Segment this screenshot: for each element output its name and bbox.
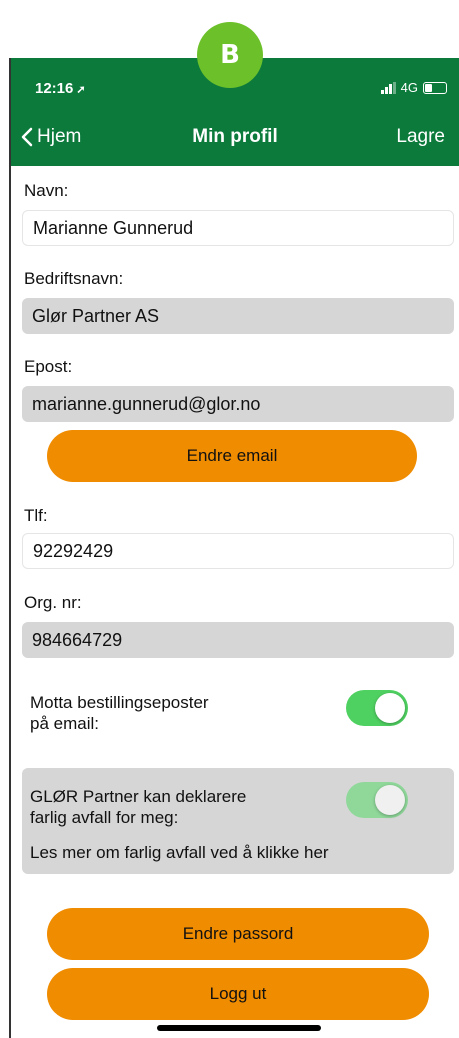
phone-label: Tlf: (24, 506, 48, 525)
toggle-knob (375, 693, 405, 723)
declare-label-line1: GLØR Partner kan deklarere (30, 787, 247, 806)
logout-button[interactable]: Logg ut (47, 968, 429, 1020)
email-field: marianne.gunnerud@glor.no (22, 386, 454, 422)
change-email-button[interactable]: Endre email (47, 430, 417, 482)
org-label: Org. nr: (24, 593, 82, 612)
org-field: 984664729 (22, 622, 454, 658)
page-title: Min profil (192, 126, 278, 147)
home-indicator (157, 1025, 321, 1031)
name-input[interactable]: Marianne Gunnerud (22, 210, 454, 246)
change-password-button[interactable]: Endre passord (47, 908, 429, 960)
read-more-link[interactable]: Les mer om farlig avfall ved å klikke he… (30, 842, 329, 863)
app-badge: B (197, 22, 263, 88)
company-field: Glør Partner AS (22, 298, 454, 334)
battery-icon (423, 81, 447, 94)
location-arrow-icon: ➚ (76, 84, 86, 96)
company-label: Bedriftsnavn: (24, 269, 124, 288)
order-email-label: Motta bestillingseposter på email: (30, 692, 209, 734)
phone-input[interactable]: 92292429 (22, 533, 454, 569)
declare-toggle (346, 782, 408, 818)
name-label: Navn: (24, 181, 69, 200)
order-email-toggle[interactable] (346, 690, 408, 726)
email-label: Epost: (24, 357, 73, 376)
status-time-text: 12:16 (35, 80, 74, 97)
save-button[interactable]: Lagre (396, 126, 445, 148)
frame-edge (9, 58, 11, 1038)
status-time: 12:16 ➚ (35, 80, 86, 97)
signal-icon (380, 81, 396, 94)
order-email-label-line2: på email: (30, 714, 99, 733)
declare-label-line2: farlig avfall for meg: (30, 808, 179, 827)
toggle-knob (375, 785, 405, 815)
order-email-label-line1: Motta bestillingseposter (30, 693, 209, 712)
network-type: 4G (400, 80, 418, 95)
status-indicators: 4G (380, 80, 447, 95)
declare-label: GLØR Partner kan deklarere farlig avfall… (30, 786, 246, 828)
